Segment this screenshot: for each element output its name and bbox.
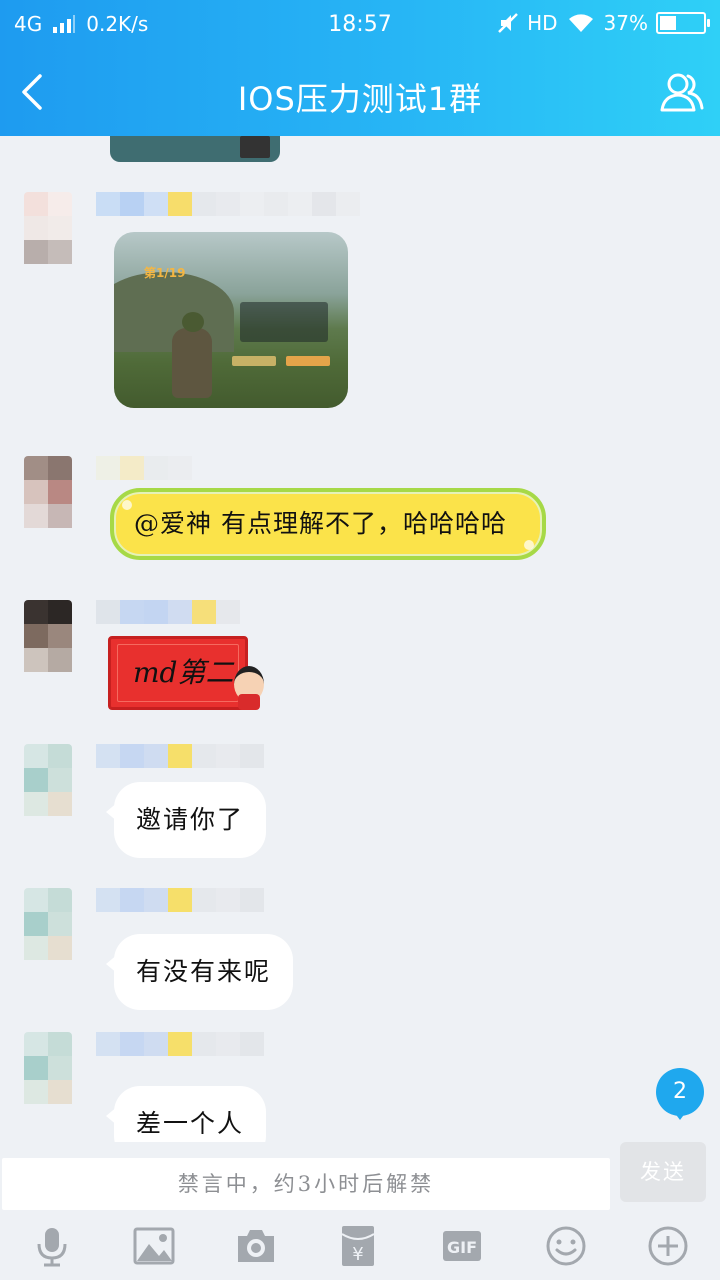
plus-icon[interactable] <box>646 1224 690 1268</box>
sender-name <box>96 744 264 768</box>
sender-name <box>96 1032 264 1056</box>
game-soldier <box>172 312 212 398</box>
bubble-dot <box>122 500 132 510</box>
message-text: @爱神 有点理解不了，哈哈哈哈 <box>134 509 507 538</box>
avatar[interactable] <box>24 600 72 680</box>
game-rank-text: 第1/19 <box>144 266 186 280</box>
members-icon[interactable] <box>656 68 706 118</box>
mute-icon <box>498 13 518 33</box>
status-right: HD 37% <box>497 11 710 35</box>
message-bubble[interactable]: 有没有来呢 <box>105 934 294 1010</box>
game-screenshot-image[interactable]: 第1/19 <box>114 232 348 408</box>
unread-count-badge[interactable]: 2 <box>656 1068 704 1120</box>
gif-icon[interactable]: GIF <box>440 1224 484 1268</box>
send-button[interactable]: 发送 <box>620 1142 706 1202</box>
hd-label: HD <box>527 11 558 35</box>
message-bubble[interactable]: 差一个人 <box>105 1086 267 1142</box>
game-button-share <box>232 356 276 366</box>
game-button-back <box>286 356 330 366</box>
avatar[interactable] <box>24 744 72 824</box>
previous-image-fragment[interactable] <box>110 136 280 162</box>
battery-icon <box>656 12 710 34</box>
message-text: 有没有来呢 <box>136 957 272 986</box>
wifi-icon <box>568 14 593 32</box>
gif-label: GIF <box>447 1238 477 1257</box>
microphone-icon[interactable] <box>30 1224 74 1268</box>
avatar[interactable] <box>24 888 72 968</box>
message-text: 邀请你了 <box>136 805 245 834</box>
emoji-icon[interactable] <box>544 1224 588 1268</box>
avatar[interactable] <box>24 1032 72 1112</box>
avatar[interactable] <box>24 456 72 536</box>
chat-header: IOS压力测试1群 <box>0 50 720 136</box>
status-bar: 4G 0.2K/s 18:57 HD 37% <box>0 0 720 50</box>
sender-name <box>96 600 240 624</box>
message-text: 差一个人 <box>136 1109 245 1138</box>
battery-fill <box>660 16 676 30</box>
sender-name <box>96 192 360 216</box>
message-bubble-yellow[interactable]: @爱神 有点理解不了，哈哈哈哈 <box>110 488 546 560</box>
sticker-character <box>232 666 266 710</box>
muted-notice-field: 禁言中，约3小时后解禁 <box>2 1158 610 1210</box>
sticker-message[interactable]: md第二 <box>108 636 248 710</box>
svg-text:¥: ¥ <box>352 1244 363 1265</box>
bubble-dot <box>524 540 534 550</box>
input-toolbar: ¥ GIF <box>0 1212 720 1280</box>
sender-name <box>96 888 264 912</box>
avatar[interactable] <box>24 192 72 272</box>
message-bubble[interactable]: 邀请你了 <box>105 782 267 858</box>
battery-percent: 37% <box>603 11 648 35</box>
game-score-panel <box>240 302 328 342</box>
page-title: IOS压力测试1群 <box>237 80 483 118</box>
sender-name <box>96 456 192 480</box>
image-icon[interactable] <box>132 1224 176 1268</box>
camera-icon[interactable] <box>234 1224 278 1268</box>
chat-area[interactable]: 第1/19 @爱神 有点理解不了，哈哈哈哈 md第二 邀请你了 有没有来呢 差一… <box>0 136 720 1142</box>
sticker-text: md第二 <box>133 656 234 689</box>
input-bar: 禁言中，约3小时后解禁 发送 <box>0 1142 720 1212</box>
top-bar: 4G 0.2K/s 18:57 HD 37% IOS压力测试1群 <box>0 0 720 136</box>
red-packet-icon[interactable]: ¥ <box>336 1224 380 1268</box>
